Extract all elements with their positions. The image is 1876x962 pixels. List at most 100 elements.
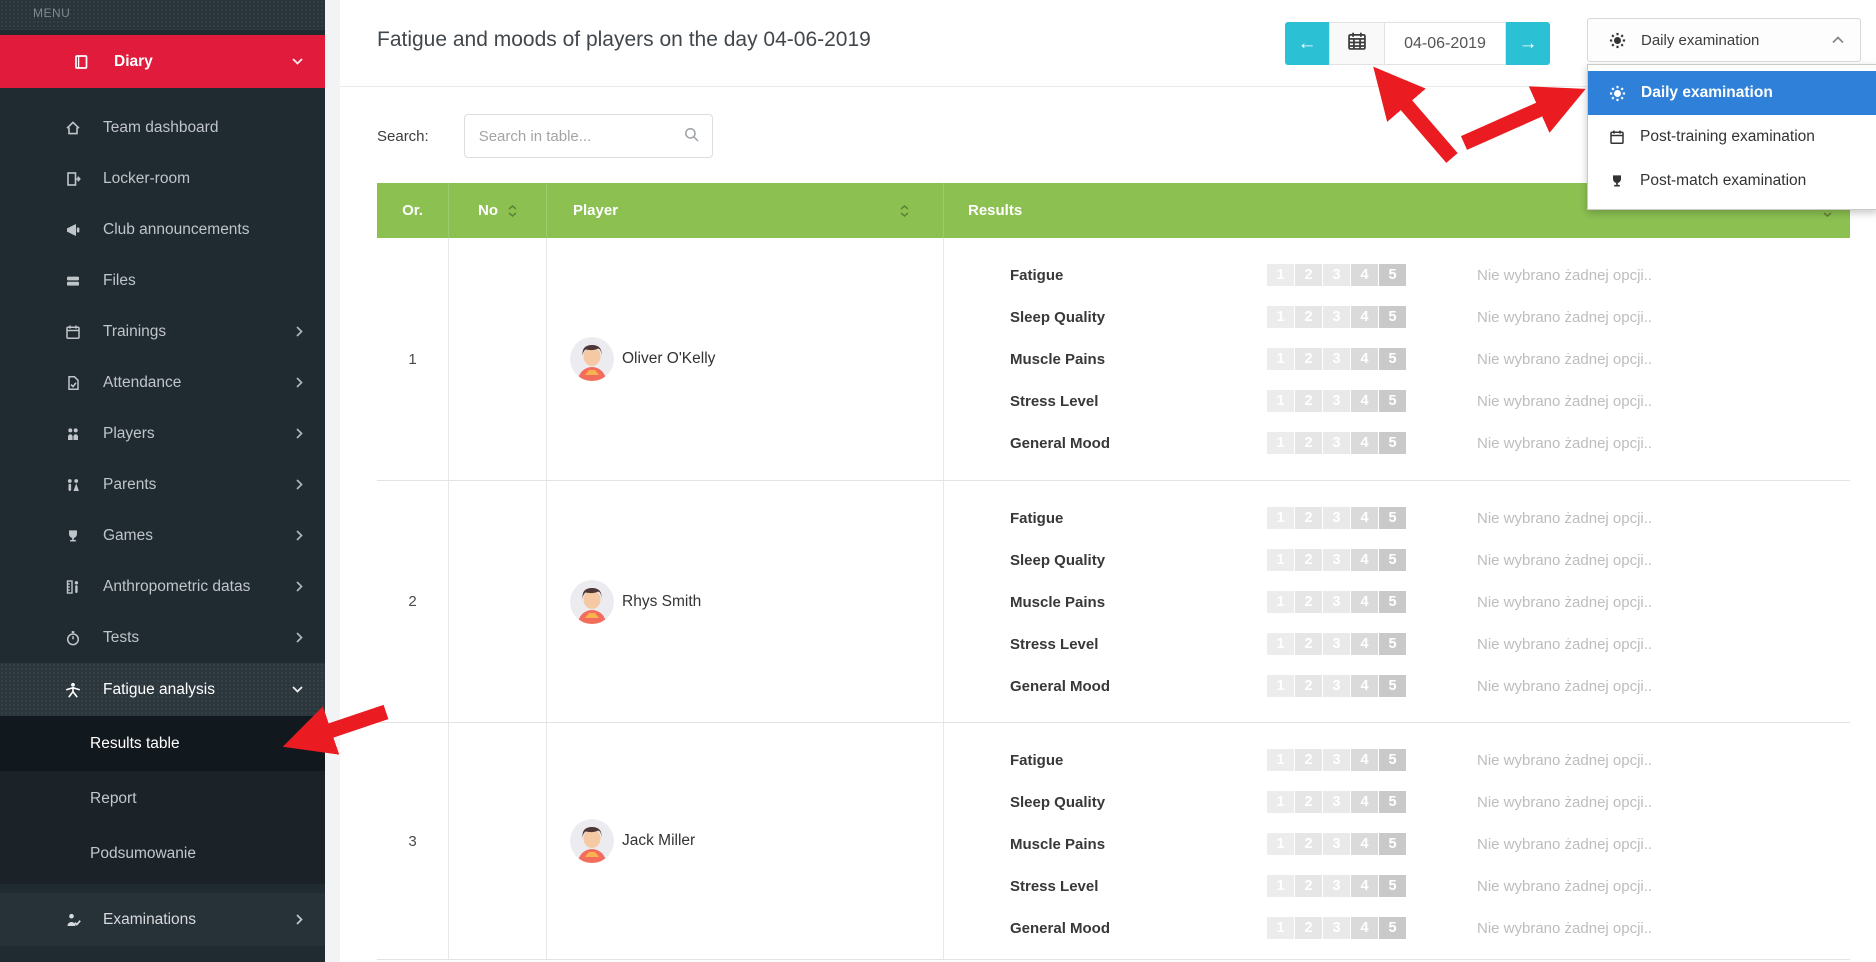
rating-button[interactable]: 3: [1323, 390, 1350, 412]
rating-button[interactable]: 3: [1323, 432, 1350, 454]
option-post-match-examination[interactable]: Post-match examination: [1588, 159, 1876, 203]
sidebar-item-club-announcements[interactable]: Club announcements: [0, 204, 325, 255]
rating-button[interactable]: 2: [1295, 591, 1322, 613]
rating-button[interactable]: 4: [1351, 264, 1378, 286]
rating-button[interactable]: 1: [1267, 833, 1294, 855]
rating-button[interactable]: 1: [1267, 749, 1294, 771]
rating-button[interactable]: 3: [1323, 348, 1350, 370]
previous-day-button[interactable]: ←: [1285, 22, 1329, 65]
rating-button[interactable]: 2: [1295, 507, 1322, 529]
rating-button[interactable]: 1: [1267, 306, 1294, 328]
sidebar-subitem-report[interactable]: Report: [0, 771, 325, 826]
rating-button[interactable]: 3: [1323, 875, 1350, 897]
rating-button[interactable]: 4: [1351, 875, 1378, 897]
rating-button[interactable]: 4: [1351, 591, 1378, 613]
rating-button[interactable]: 5: [1379, 917, 1406, 939]
rating-button[interactable]: 3: [1323, 791, 1350, 813]
sidebar-item-players[interactable]: Players: [0, 408, 325, 459]
rating-button[interactable]: 5: [1379, 749, 1406, 771]
rating-button[interactable]: 5: [1379, 264, 1406, 286]
sort-icon[interactable]: [508, 205, 517, 217]
rating-button[interactable]: 4: [1351, 549, 1378, 571]
rating-button[interactable]: 2: [1295, 633, 1322, 655]
rating-button[interactable]: 4: [1351, 675, 1378, 697]
rating-button[interactable]: 5: [1379, 833, 1406, 855]
sidebar-item-attendance[interactable]: Attendance: [0, 357, 325, 408]
rating-button[interactable]: 1: [1267, 507, 1294, 529]
sidebar-item-anthropometric-datas[interactable]: Anthropometric datas: [0, 561, 325, 612]
option-post-training-examination[interactable]: Post-training examination: [1588, 115, 1876, 159]
rating-button[interactable]: 2: [1295, 749, 1322, 771]
rating-button[interactable]: 3: [1323, 549, 1350, 571]
rating-button[interactable]: 3: [1323, 675, 1350, 697]
rating-button[interactable]: 1: [1267, 591, 1294, 613]
rating-button[interactable]: 2: [1295, 306, 1322, 328]
rating-button[interactable]: 3: [1323, 749, 1350, 771]
rating-button[interactable]: 2: [1295, 390, 1322, 412]
rating-button[interactable]: 5: [1379, 633, 1406, 655]
rating-button[interactable]: 5: [1379, 675, 1406, 697]
rating-button[interactable]: 4: [1351, 390, 1378, 412]
rating-button[interactable]: 4: [1351, 348, 1378, 370]
rating-button[interactable]: 2: [1295, 875, 1322, 897]
rating-button[interactable]: 2: [1295, 917, 1322, 939]
rating-button[interactable]: 1: [1267, 390, 1294, 412]
rating-button[interactable]: 1: [1267, 348, 1294, 370]
rating-button[interactable]: 4: [1351, 306, 1378, 328]
rating-button[interactable]: 2: [1295, 549, 1322, 571]
sidebar-item-trainings[interactable]: Trainings: [0, 306, 325, 357]
rating-button[interactable]: 5: [1379, 791, 1406, 813]
rating-button[interactable]: 1: [1267, 633, 1294, 655]
rating-button[interactable]: 4: [1351, 749, 1378, 771]
sidebar-item-parents[interactable]: Parents: [0, 459, 325, 510]
rating-button[interactable]: 3: [1323, 591, 1350, 613]
sidebar-item-diary[interactable]: Diary: [0, 35, 325, 88]
rating-button[interactable]: 1: [1267, 264, 1294, 286]
rating-button[interactable]: 5: [1379, 390, 1406, 412]
rating-button[interactable]: 2: [1295, 833, 1322, 855]
rating-button[interactable]: 2: [1295, 348, 1322, 370]
rating-button[interactable]: 1: [1267, 549, 1294, 571]
open-calendar-button[interactable]: [1329, 22, 1384, 65]
date-field[interactable]: 04-06-2019: [1384, 22, 1506, 65]
rating-button[interactable]: 4: [1351, 791, 1378, 813]
rating-button[interactable]: 2: [1295, 432, 1322, 454]
rating-button[interactable]: 4: [1351, 432, 1378, 454]
rating-button[interactable]: 4: [1351, 917, 1378, 939]
rating-button[interactable]: 4: [1351, 833, 1378, 855]
rating-button[interactable]: 2: [1295, 675, 1322, 697]
sidebar-item-team-dashboard[interactable]: Team dashboard: [0, 102, 325, 153]
examination-type-select[interactable]: Daily examination: [1587, 18, 1861, 62]
rating-button[interactable]: 5: [1379, 875, 1406, 897]
rating-button[interactable]: 4: [1351, 507, 1378, 529]
rating-button[interactable]: 3: [1323, 264, 1350, 286]
sidebar-item-fatigue-analysis[interactable]: Fatigue analysis: [0, 663, 325, 716]
rating-button[interactable]: 3: [1323, 633, 1350, 655]
sidebar-item-locker-room[interactable]: Locker-room: [0, 153, 325, 204]
sidebar-item-tests[interactable]: Tests: [0, 612, 325, 663]
option-daily-examination[interactable]: Daily examination: [1588, 71, 1876, 115]
search-input[interactable]: [464, 114, 713, 158]
rating-button[interactable]: 2: [1295, 264, 1322, 286]
sidebar-subitem-podsumowanie[interactable]: Podsumowanie: [0, 826, 325, 881]
rating-button[interactable]: 3: [1323, 507, 1350, 529]
sidebar-item-examinations[interactable]: Examinations: [0, 893, 325, 946]
sidebar-item-games[interactable]: Games: [0, 510, 325, 561]
rating-button[interactable]: 5: [1379, 591, 1406, 613]
column-header-player[interactable]: Player: [546, 183, 943, 238]
rating-button[interactable]: 1: [1267, 432, 1294, 454]
rating-button[interactable]: 1: [1267, 917, 1294, 939]
rating-button[interactable]: 3: [1323, 306, 1350, 328]
rating-button[interactable]: 1: [1267, 875, 1294, 897]
rating-button[interactable]: 2: [1295, 791, 1322, 813]
sort-icon[interactable]: [900, 205, 909, 217]
rating-button[interactable]: 5: [1379, 507, 1406, 529]
rating-button[interactable]: 5: [1379, 348, 1406, 370]
rating-button[interactable]: 1: [1267, 675, 1294, 697]
rating-button[interactable]: 3: [1323, 917, 1350, 939]
rating-button[interactable]: 5: [1379, 306, 1406, 328]
rating-button[interactable]: 5: [1379, 432, 1406, 454]
rating-button[interactable]: 3: [1323, 833, 1350, 855]
rating-button[interactable]: 5: [1379, 549, 1406, 571]
next-day-button[interactable]: →: [1506, 22, 1550, 65]
